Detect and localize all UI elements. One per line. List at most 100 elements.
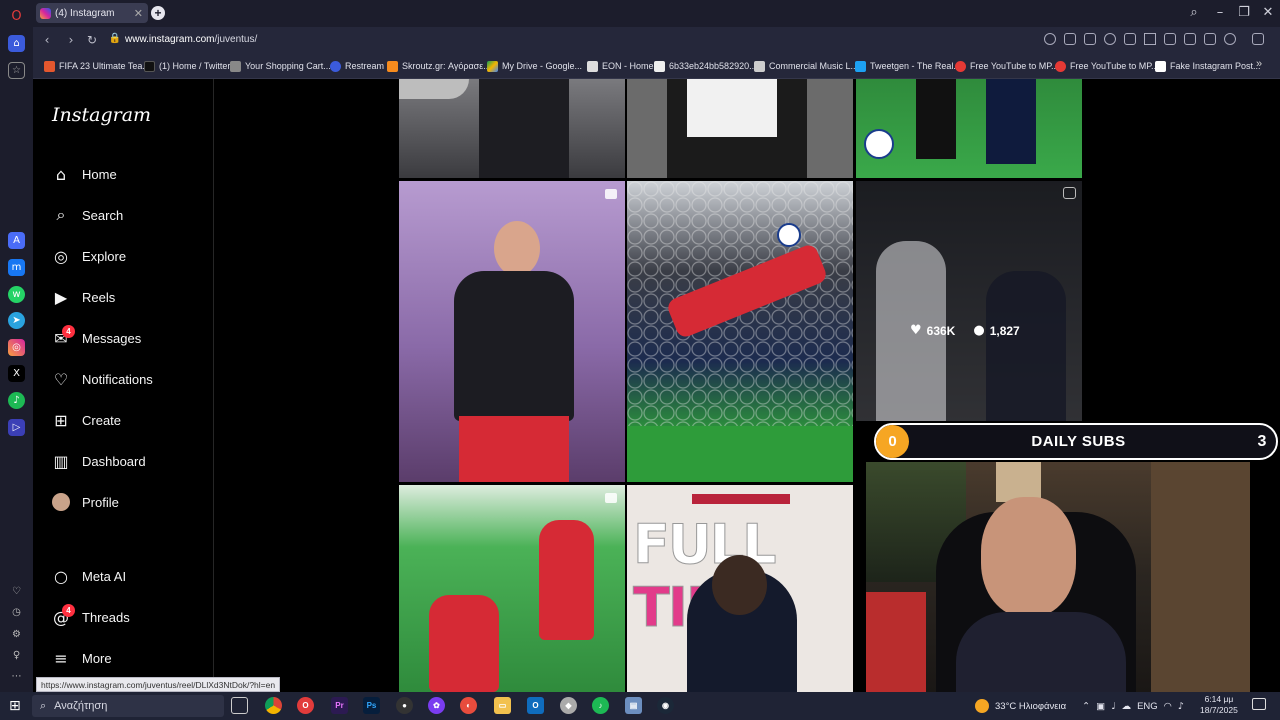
post-tile-hovered[interactable] xyxy=(856,181,1082,421)
history-icon[interactable]: ◷ xyxy=(8,604,25,621)
heart-icon[interactable]: ♡ xyxy=(8,583,25,600)
bookmark-item[interactable]: Commercial Music L... xyxy=(754,58,858,74)
easy-setup-icon[interactable] xyxy=(1252,33,1264,45)
bookmark-item[interactable]: 6b33eb24bb582920... xyxy=(654,58,757,74)
tab-instagram[interactable]: (4) Instagram ✕ xyxy=(36,3,148,23)
settings-icon[interactable]: ⚙ xyxy=(8,626,25,643)
reload-button[interactable]: ↻ xyxy=(85,33,99,47)
spotify-icon[interactable]: ♪ xyxy=(592,697,609,714)
extensions-icon[interactable] xyxy=(1164,33,1176,45)
nav-home[interactable]: ⌂ Home xyxy=(52,162,117,186)
player-icon[interactable]: ▷ xyxy=(8,419,25,436)
pinned-icon[interactable]: ☆ xyxy=(8,62,25,79)
eon-icon xyxy=(587,60,598,72)
nav-create[interactable]: ⊞ Create xyxy=(52,408,121,432)
more-icon[interactable]: ⋯ xyxy=(8,668,25,685)
nav-explore[interactable]: ◎ Explore xyxy=(52,244,126,268)
wifi-icon[interactable]: ◠ xyxy=(1164,701,1172,712)
aria-icon[interactable]: A xyxy=(8,232,25,249)
adblock-icon[interactable] xyxy=(1124,33,1136,45)
taskbar-clock[interactable]: 6:14 μμ 18/7/2025 xyxy=(1200,694,1238,716)
menu-icon: ≡ xyxy=(54,648,68,668)
instagram-icon[interactable]: ◎ xyxy=(8,339,25,356)
photoshop-icon[interactable]: Ps xyxy=(363,697,380,714)
close-tab-icon[interactable]: ✕ xyxy=(134,7,143,20)
forward-button[interactable]: › xyxy=(64,33,78,47)
menu-icon[interactable] xyxy=(1204,33,1216,45)
nav-search[interactable]: ⌕ Search xyxy=(52,203,124,227)
bookmark-item[interactable]: Your Shopping Cart... xyxy=(230,58,331,74)
file-explorer-icon[interactable]: ▭ xyxy=(494,697,511,714)
spotify-icon[interactable]: ♪ xyxy=(8,392,25,409)
tray-apps-icon[interactable]: ▣ xyxy=(1096,701,1105,712)
search-tabs-icon[interactable]: ⌕ xyxy=(1184,5,1204,20)
search-page-icon[interactable] xyxy=(1044,33,1056,45)
premiere-icon[interactable]: Pr xyxy=(331,697,348,714)
weather-text[interactable]: 33°C Ηλιοφάνεια xyxy=(995,701,1066,712)
weather-icon[interactable] xyxy=(975,699,989,713)
post-tile[interactable] xyxy=(856,79,1082,178)
x-icon[interactable]: X xyxy=(8,365,25,382)
app-icon[interactable]: ◐ xyxy=(460,697,477,714)
vpn-icon[interactable] xyxy=(1104,33,1116,45)
bookmark-item[interactable]: Free YouTube to MP... xyxy=(955,58,1059,74)
notifications-center-icon[interactable] xyxy=(1252,698,1266,710)
bookmark-item[interactable]: Skroutz.gr: Αγόρασε... xyxy=(387,58,491,74)
chrome-icon[interactable] xyxy=(265,697,282,714)
obs-icon[interactable]: ● xyxy=(396,697,413,714)
outlook-icon[interactable]: O xyxy=(527,697,544,714)
post-tile[interactable] xyxy=(627,79,853,178)
minimize-button[interactable]: – xyxy=(1210,5,1230,20)
bookmark-item[interactable]: FIFA 23 Ultimate Tea... xyxy=(44,58,150,74)
nav-meta-ai[interactable]: ○ Meta AI xyxy=(52,564,126,588)
back-button[interactable]: ‹ xyxy=(40,33,54,47)
whatsapp-icon[interactable]: w xyxy=(8,286,25,303)
nav-more[interactable]: ≡ More xyxy=(52,646,111,670)
volume-icon[interactable]: ♪ xyxy=(1178,701,1184,712)
post-tile[interactable] xyxy=(399,181,625,482)
steam-icon[interactable]: ◉ xyxy=(657,697,674,714)
instagram-logo[interactable]: Instagram xyxy=(52,104,151,126)
messenger-icon[interactable]: m xyxy=(8,259,25,276)
nav-reels[interactable]: ▶ Reels xyxy=(52,285,115,309)
post-tile[interactable] xyxy=(627,181,853,482)
url-field[interactable]: www.instagram.com/juventus/ xyxy=(125,34,257,45)
bookmark-item[interactable]: (1) Home / Twitter xyxy=(144,58,230,74)
bookmark-item[interactable]: My Drive - Google... xyxy=(487,58,582,74)
taskbar-search[interactable]: ⌕ Αναζήτηση xyxy=(32,695,224,717)
app-icon[interactable]: ▤ xyxy=(625,697,642,714)
opera-logo-icon[interactable]: O xyxy=(8,8,25,25)
new-tab-button[interactable]: + xyxy=(151,6,165,20)
telegram-icon[interactable]: ➤ xyxy=(8,312,25,329)
camera-icon[interactable] xyxy=(1084,33,1096,45)
microphone-icon[interactable]: ♩ xyxy=(1111,701,1115,712)
post-tile[interactable] xyxy=(399,79,625,178)
post-tile[interactable]: FULL TIME xyxy=(627,485,853,692)
home-icon[interactable]: ⌂ xyxy=(8,35,25,52)
edit-icon[interactable] xyxy=(1064,33,1076,45)
app-icon[interactable]: ◆ xyxy=(560,697,577,714)
nav-profile[interactable]: Profile xyxy=(52,490,119,514)
language-indicator[interactable]: ENG xyxy=(1137,701,1158,712)
nav-notifications[interactable]: ♡ Notifications xyxy=(52,367,153,391)
bookmark-item[interactable]: Tweetgen - The Real... xyxy=(855,58,961,74)
tips-icon[interactable]: ♀ xyxy=(8,647,25,664)
bookmark-item[interactable]: Restream xyxy=(330,58,384,74)
more-bookmarks-icon[interactable]: » xyxy=(1256,58,1262,70)
nav-dashboard[interactable]: ▥ Dashboard xyxy=(52,449,145,473)
bookmark-item[interactable]: Fake Instagram Post... xyxy=(1155,58,1261,74)
chevron-up-icon[interactable]: ⌃ xyxy=(1082,701,1090,712)
player-toolbar-icon[interactable] xyxy=(1144,33,1156,45)
app-icon[interactable]: ✿ xyxy=(428,697,445,714)
post-tile[interactable] xyxy=(399,485,625,692)
download-icon[interactable] xyxy=(1184,33,1196,45)
task-view-icon[interactable] xyxy=(231,697,248,714)
bookmark-item[interactable]: Free YouTube to MP... xyxy=(1055,58,1159,74)
restore-button[interactable]: ❐ xyxy=(1234,5,1254,20)
opera-icon[interactable]: O xyxy=(297,697,314,714)
windows-start-icon[interactable]: ⊞ xyxy=(9,698,21,714)
profile-icon[interactable] xyxy=(1224,33,1236,45)
onedrive-icon[interactable]: ☁ xyxy=(1122,701,1132,712)
bookmark-item[interactable]: EON - Home xyxy=(587,58,654,74)
close-window-button[interactable]: ✕ xyxy=(1258,5,1278,20)
